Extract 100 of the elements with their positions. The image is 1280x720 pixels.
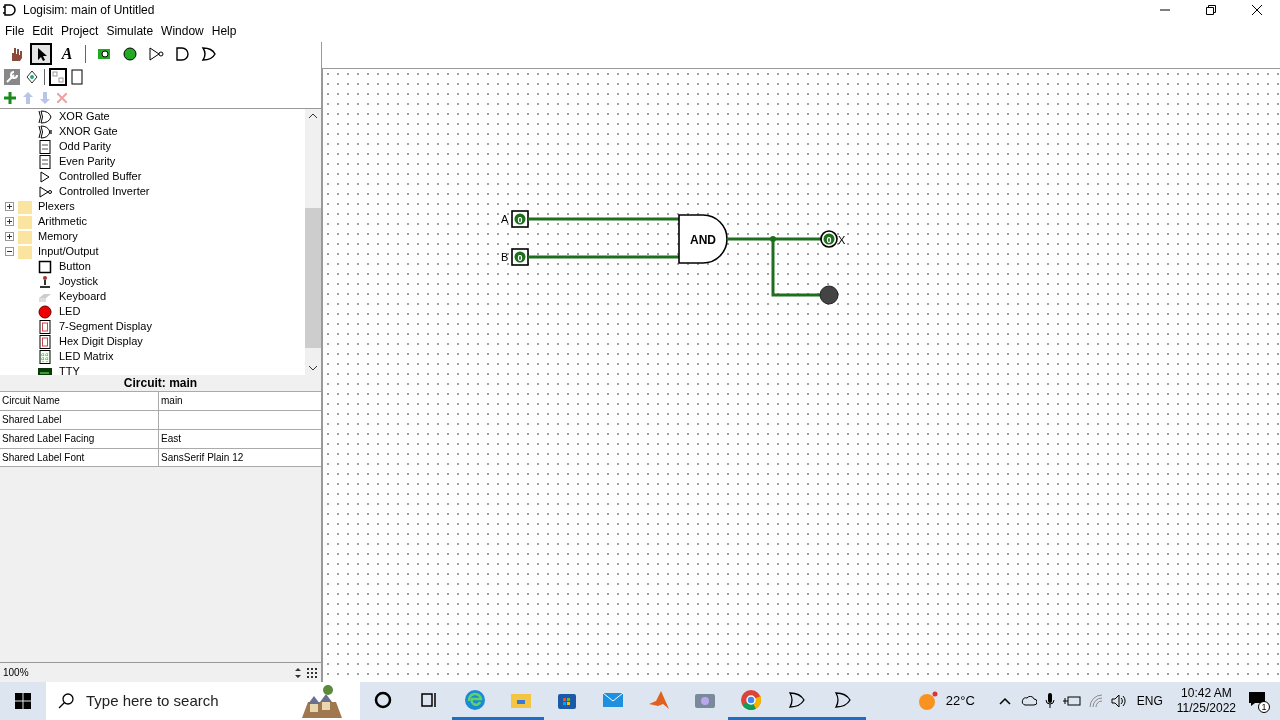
grid-toggle-icon[interactable] [306, 666, 318, 679]
output-pin-icon [122, 46, 138, 62]
layout-icon[interactable] [49, 68, 67, 86]
tree-item[interactable]: Keyboard [59, 288, 107, 305]
joystick-icon [38, 274, 52, 289]
property-value[interactable]: SansSerif Plain 12 [159, 449, 321, 466]
input-pin[interactable]: 0 [511, 248, 529, 266]
menu-item[interactable]: Simulate [106, 22, 154, 40]
tree-item[interactable]: LED [59, 303, 81, 320]
circuit-canvas[interactable]: A 0 B 0 AND 0 X [322, 68, 1280, 682]
window-title: Logisim: main of Untitled [23, 2, 155, 19]
clock-time: 10:42 AM [1181, 686, 1232, 701]
tree-item[interactable]: Even Parity [59, 153, 116, 170]
button-icon [38, 259, 52, 274]
property-value[interactable]: East [159, 430, 321, 448]
expand-icon[interactable] [5, 232, 14, 241]
inverter-icon [38, 184, 52, 199]
menu-item[interactable]: File [5, 22, 25, 40]
logisim-gate-icon [3, 3, 17, 17]
output-pin[interactable]: 0 [820, 230, 838, 248]
tree-item[interactable]: LED Matrix [59, 348, 114, 365]
collapse-icon[interactable] [5, 247, 14, 256]
tree-item[interactable]: XOR Gate [59, 109, 110, 125]
tree-folder[interactable]: Input/Output [38, 243, 99, 260]
tree-item[interactable]: Hex Digit Display [59, 333, 143, 350]
search-placeholder: Type here to search [86, 690, 219, 711]
wire[interactable] [725, 237, 823, 297]
tree-folder[interactable]: Plexers [38, 198, 75, 215]
notification-count: 1 [1258, 701, 1270, 713]
segment-display-icon [38, 334, 52, 349]
cloud-icon[interactable] [1020, 696, 1037, 706]
tool-button[interactable]: A [56, 43, 78, 65]
windows-logo-icon [15, 693, 31, 709]
parity-icon [38, 154, 52, 169]
microphone-icon[interactable] [1044, 693, 1055, 709]
segment-display-icon [38, 319, 52, 334]
language-indicator[interactable]: ENG [1136, 692, 1163, 710]
expand-icon[interactable] [5, 217, 14, 226]
speaker-icon[interactable] [1110, 694, 1127, 708]
wifi-icon[interactable] [1088, 694, 1103, 708]
expand-icon[interactable] [5, 202, 14, 211]
folder-icon [18, 244, 32, 259]
xnor-gate-icon [38, 124, 52, 139]
clock-date: 11/25/2022 [1176, 701, 1236, 716]
and-gate-icon [174, 46, 190, 62]
menu-item[interactable]: Project [61, 22, 99, 40]
tree-item[interactable]: Controlled Inverter [59, 183, 150, 200]
tree-item[interactable]: 7-Segment Display [59, 318, 152, 335]
tree-item[interactable]: Button [59, 258, 91, 275]
menu-item[interactable]: Edit [32, 22, 54, 40]
browser-swirl-icon [463, 687, 487, 712]
tool-button[interactable] [30, 43, 52, 65]
menu-item[interactable]: Window [161, 22, 204, 40]
property-name: Shared Label Font [0, 449, 159, 466]
add-icon[interactable] [4, 92, 16, 104]
battery-icon[interactable] [1062, 695, 1081, 707]
temperature[interactable]: 22°C [945, 691, 975, 711]
tree-item[interactable]: TTY [59, 363, 80, 375]
gate-label: AND [690, 233, 716, 247]
tree-item[interactable]: Joystick [59, 273, 99, 290]
folder-icon [18, 199, 32, 214]
pin-label: A [501, 213, 509, 225]
property-value[interactable]: main [159, 392, 321, 410]
tree-folder[interactable]: Memory [38, 228, 78, 245]
chevron-up-icon[interactable] [998, 697, 1011, 705]
chrome-logo-icon [739, 687, 763, 712]
minimize-icon [1160, 9, 1170, 11]
tree-item[interactable]: XNOR Gate [59, 123, 118, 140]
scroll-thumb[interactable] [305, 208, 321, 348]
folder-icon [18, 214, 32, 229]
led-matrix-icon [38, 349, 52, 364]
pin-label: B [501, 251, 509, 263]
clock[interactable]: 10:42 AM 11/25/2022 [1176, 686, 1236, 716]
folder-icon [18, 229, 32, 244]
parity-icon [38, 139, 52, 154]
and-gate[interactable] [678, 214, 728, 264]
tree-folder[interactable]: Arithmetic [38, 213, 87, 230]
pin-label: X [838, 234, 846, 246]
scrollbar[interactable] [305, 109, 321, 375]
input-pin[interactable]: 0 [511, 210, 529, 228]
properties-title: Circuit: main [122, 375, 199, 391]
led-icon [38, 304, 52, 319]
tree-item[interactable]: Odd Parity [59, 138, 111, 155]
restore-icon [1206, 5, 1216, 15]
or-gate-icon [200, 46, 216, 62]
search-icon [58, 693, 74, 709]
close-icon [1252, 5, 1262, 15]
menu-item[interactable]: Help [211, 22, 237, 40]
weather-sun-icon[interactable] [917, 691, 938, 711]
led[interactable] [819, 285, 839, 305]
tree-item[interactable]: Controlled Buffer [59, 168, 142, 185]
search-box[interactable]: Type here to search [46, 682, 360, 720]
xor-gate-icon [38, 109, 52, 124]
buffer-icon [38, 169, 52, 184]
input-pin-icon [96, 46, 112, 62]
wire-junction [770, 236, 776, 242]
tree-icon[interactable] [24, 69, 40, 85]
page-icon[interactable] [71, 69, 83, 85]
notification-button[interactable]: 1 [1248, 689, 1270, 713]
not-gate-icon [148, 46, 164, 62]
